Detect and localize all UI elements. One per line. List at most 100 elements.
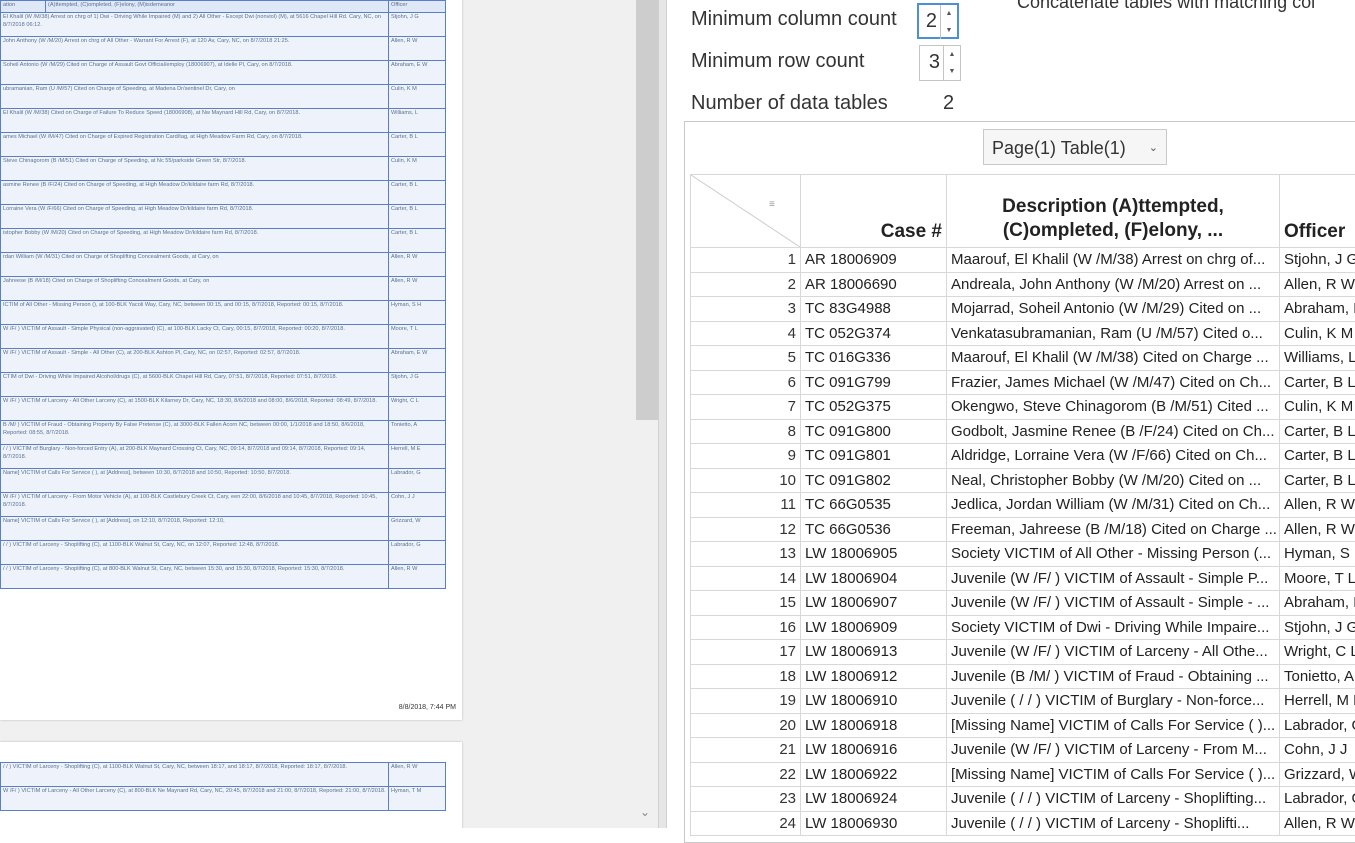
grid-corner-cell[interactable]: ≡ [691,175,801,248]
officer-cell[interactable]: Culin, K M [1280,321,1355,346]
data-grid[interactable]: ≡ Case # Description (A)ttempted, (C)omp… [690,174,1355,836]
grid-row[interactable]: 3TC 83G4988Mojarrad, Soheil Antonio (W /… [691,297,1355,322]
description-cell[interactable]: [Missing Name] VICTIM of Calls For Servi… [947,713,1280,738]
officer-cell[interactable]: Allen, R W [1280,517,1355,542]
scroll-down-icon[interactable]: ⌄ [640,805,650,819]
grid-row[interactable]: 19LW 18006910Juvenile ( / / ) VICTIM of … [691,689,1355,714]
description-cell[interactable]: Juvenile ( / / ) VICTIM of Larceny - Sho… [947,811,1280,836]
stepper-down-icon[interactable]: ▼ [944,63,960,80]
row-number-cell[interactable]: 4 [691,321,801,346]
grid-row[interactable]: 1AR 18006909Maarouf, El Khalil (W /M/38)… [691,248,1355,273]
grid-row[interactable]: 8TC 091G800Godbolt, Jasmine Renee (B /F/… [691,419,1355,444]
officer-cell[interactable]: Carter, B L [1280,444,1355,469]
officer-cell[interactable]: Moore, T L [1280,566,1355,591]
grid-row[interactable]: 18LW 18006912Juvenile (B /M/ ) VICTIM of… [691,664,1355,689]
row-number-cell[interactable]: 16 [691,615,801,640]
description-cell[interactable]: Venkatasubramanian, Ram (U /M/57) Cited … [947,321,1280,346]
stepper-up-icon[interactable]: ▲ [941,5,957,22]
officer-cell[interactable]: Wright, C L [1280,640,1355,665]
officer-cell[interactable]: Carter, B L [1280,468,1355,493]
stepper-up-icon[interactable]: ▲ [944,46,960,63]
case-number-cell[interactable]: TC 091G802 [801,468,947,493]
officer-cell[interactable]: Carter, B L [1280,370,1355,395]
description-cell[interactable]: Maarouf, El Khalil (W /M/38) Arrest on c… [947,248,1280,273]
row-number-cell[interactable]: 21 [691,738,801,763]
row-number-cell[interactable]: 12 [691,517,801,542]
description-cell[interactable]: Neal, Christopher Bobby (W /M/20) Cited … [947,468,1280,493]
description-cell[interactable]: Juvenile (W /F/ ) VICTIM of Assault - Si… [947,591,1280,616]
officer-cell[interactable]: Culin, K M [1280,395,1355,420]
description-cell[interactable]: [Missing Name] VICTIM of Calls For Servi… [947,762,1280,787]
grid-row[interactable]: 4TC 052G374Venkatasubramanian, Ram (U /M… [691,321,1355,346]
row-number-cell[interactable]: 8 [691,419,801,444]
min-row-count-stepper[interactable]: 3 ▲ ▼ [919,45,961,81]
case-number-cell[interactable]: TC 091G800 [801,419,947,444]
table-selector-value[interactable]: Page(1) Table(1) [992,138,1126,158]
case-number-cell[interactable]: LW 18006913 [801,640,947,665]
column-header-officer[interactable]: Officer [1280,175,1355,248]
officer-cell[interactable]: Herrell, M E [1280,689,1355,714]
case-number-cell[interactable]: TC 052G375 [801,395,947,420]
description-cell[interactable]: Juvenile (W /F/ ) VICTIM of Larceny - Al… [947,640,1280,665]
table-selector-dropdown[interactable]: Page(1) Table(1) ⌄ [983,129,1167,165]
row-number-cell[interactable]: 3 [691,297,801,322]
grid-row[interactable]: 14LW 18006904Juvenile (W /F/ ) VICTIM of… [691,566,1355,591]
officer-cell[interactable]: Allen, R W [1280,493,1355,518]
row-number-cell[interactable]: 5 [691,346,801,371]
stepper-arrows[interactable]: ▲ ▼ [940,5,957,39]
description-cell[interactable]: Okengwo, Steve Chinagorom (B /M/51) Cite… [947,395,1280,420]
min-column-count-value[interactable]: 2 [926,10,937,33]
row-number-cell[interactable]: 1 [691,248,801,273]
row-number-cell[interactable]: 17 [691,640,801,665]
description-cell[interactable]: Jedlica, Jordan William (W /M/31) Cited … [947,493,1280,518]
preview-scrollbar-thumb[interactable] [636,0,658,420]
case-number-cell[interactable]: TC 016G336 [801,346,947,371]
case-number-cell[interactable]: LW 18006905 [801,542,947,567]
case-number-cell[interactable]: TC 091G801 [801,444,947,469]
row-number-cell[interactable]: 22 [691,762,801,787]
row-number-cell[interactable]: 10 [691,468,801,493]
document-preview-pane[interactable]: ation (A)ttempted, (C)ompleted, (F)elony… [0,0,658,828]
case-number-cell[interactable]: LW 18006907 [801,591,947,616]
case-number-cell[interactable]: LW 18006916 [801,738,947,763]
row-number-cell[interactable]: 9 [691,444,801,469]
row-number-cell[interactable]: 15 [691,591,801,616]
description-cell[interactable]: Mojarrad, Soheil Antonio (W /M/29) Cited… [947,297,1280,322]
description-cell[interactable]: Frazier, James Michael (W /M/47) Cited o… [947,370,1280,395]
row-number-cell[interactable]: 23 [691,787,801,812]
officer-cell[interactable]: Grizzard, W [1280,762,1355,787]
row-number-cell[interactable]: 18 [691,664,801,689]
column-selector-icon[interactable]: ≡ [769,199,775,210]
case-number-cell[interactable]: LW 18006918 [801,713,947,738]
case-number-cell[interactable]: TC 83G4988 [801,297,947,322]
grid-row[interactable]: 20LW 18006918[Missing Name] VICTIM of Ca… [691,713,1355,738]
officer-cell[interactable]: Labrador, G [1280,787,1355,812]
officer-cell[interactable]: Labrador, G [1280,713,1355,738]
description-cell[interactable]: Juvenile (W /F/ ) VICTIM of Assault - Si… [947,566,1280,591]
chevron-down-icon[interactable]: ⌄ [1149,130,1158,166]
case-number-cell[interactable]: AR 18006909 [801,248,947,273]
officer-cell[interactable]: Allen, R W [1280,811,1355,836]
case-number-cell[interactable]: LW 18006922 [801,762,947,787]
row-number-cell[interactable]: 14 [691,566,801,591]
case-number-cell[interactable]: TC 091G799 [801,370,947,395]
grid-row[interactable]: 23LW 18006924Juvenile ( / / ) VICTIM of … [691,787,1355,812]
officer-cell[interactable]: Carter, B L [1280,419,1355,444]
row-number-cell[interactable]: 2 [691,272,801,297]
officer-cell[interactable]: Stjohn, J G [1280,248,1355,273]
officer-cell[interactable]: Hyman, S H [1280,542,1355,567]
case-number-cell[interactable]: LW 18006924 [801,787,947,812]
case-number-cell[interactable]: LW 18006904 [801,566,947,591]
case-number-cell[interactable]: TC 66G0535 [801,493,947,518]
row-number-cell[interactable]: 11 [691,493,801,518]
stepper-arrows[interactable]: ▲ ▼ [943,46,960,80]
grid-row[interactable]: 7TC 052G375Okengwo, Steve Chinagorom (B … [691,395,1355,420]
grid-row[interactable]: 15LW 18006907Juvenile (W /F/ ) VICTIM of… [691,591,1355,616]
grid-row[interactable]: 13LW 18006905Society VICTIM of All Other… [691,542,1355,567]
column-header-case[interactable]: Case # [801,175,947,248]
row-number-cell[interactable]: 6 [691,370,801,395]
description-cell[interactable]: Godbolt, Jasmine Renee (B /F/24) Cited o… [947,419,1280,444]
description-cell[interactable]: Aldridge, Lorraine Vera (W /F/66) Cited … [947,444,1280,469]
case-number-cell[interactable]: TC 66G0536 [801,517,947,542]
officer-cell[interactable]: Abraham, E [1280,591,1355,616]
